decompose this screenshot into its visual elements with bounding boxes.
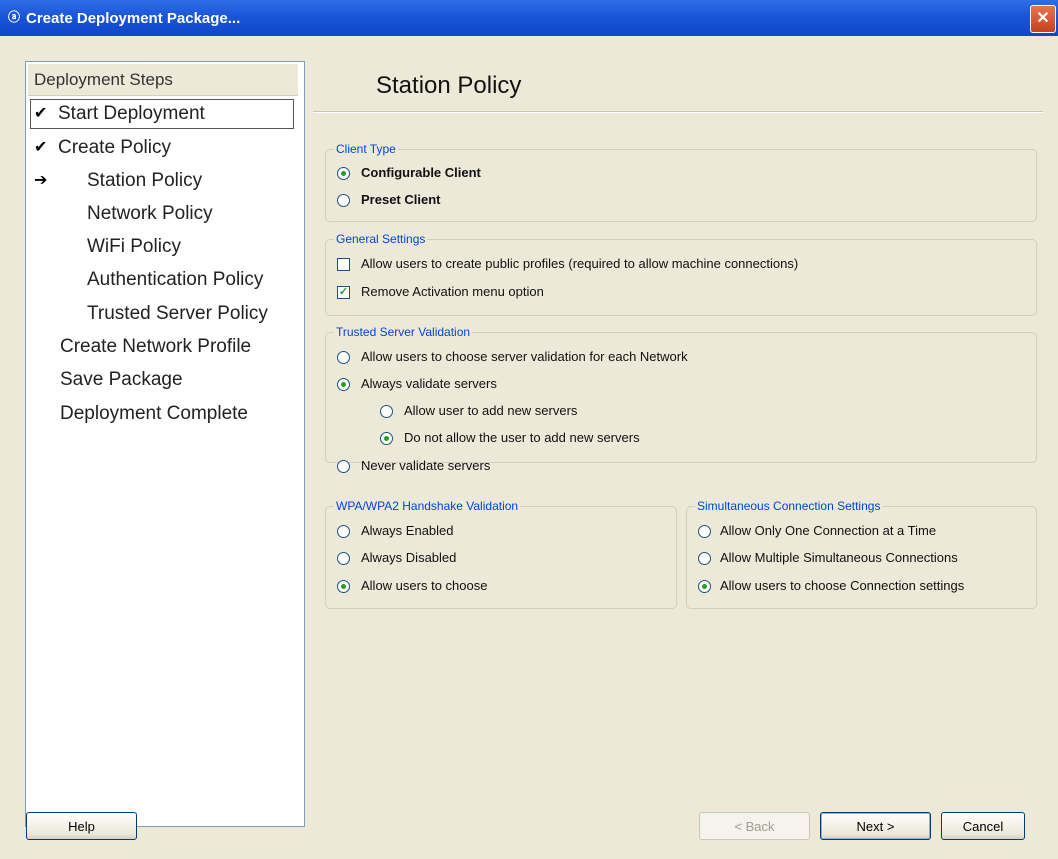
app-icon: ⓐ	[8, 10, 21, 24]
step-label: Create Network Profile	[60, 336, 252, 357]
choose-validation-radio[interactable]	[337, 351, 350, 364]
step-wifi-policy[interactable]: WiFi Policy	[26, 232, 302, 262]
configurable-client-label[interactable]: Configurable Client	[361, 164, 481, 182]
preset-client-radio[interactable]	[337, 194, 350, 207]
dialog-body: Deployment Steps ✔ Start Deployment ✔ Cr…	[0, 36, 1058, 859]
client-type-group: Client Type	[325, 142, 1037, 222]
step-label: Create Policy	[58, 137, 171, 158]
one-connection-label[interactable]: Allow Only One Connection at a Time	[720, 522, 936, 540]
back-button[interactable]: < Back	[699, 812, 810, 840]
remove-activation-label[interactable]: Remove Activation menu option	[361, 283, 544, 301]
step-label: Authentication Policy	[87, 269, 264, 290]
close-icon: ✕	[1036, 10, 1050, 27]
checkmark-icon: ✔	[34, 139, 48, 156]
preset-client-label[interactable]: Preset Client	[361, 191, 440, 209]
always-enabled-radio[interactable]	[337, 525, 350, 538]
disallow-add-servers-radio[interactable]	[380, 432, 393, 445]
allow-add-servers-radio[interactable]	[380, 405, 393, 418]
never-validate-radio[interactable]	[337, 460, 350, 473]
never-validate-label[interactable]: Never validate servers	[361, 457, 490, 475]
always-validate-label[interactable]: Always validate servers	[361, 375, 497, 393]
step-label: Save Package	[60, 369, 183, 390]
steps-header: Deployment Steps	[28, 64, 298, 96]
multiple-connections-label[interactable]: Allow Multiple Simultaneous Connections	[720, 549, 958, 567]
group-legend: Simultaneous Connection Settings	[697, 499, 881, 513]
disallow-add-servers-label[interactable]: Do not allow the user to add new servers	[404, 429, 640, 447]
step-authentication-policy[interactable]: Authentication Policy	[26, 265, 302, 295]
choose-connection-label[interactable]: Allow users to choose Connection setting…	[720, 577, 964, 595]
group-legend: General Settings	[336, 232, 426, 246]
close-button[interactable]: ✕	[1030, 5, 1056, 33]
group-legend: Trusted Server Validation	[336, 325, 471, 339]
choose-validation-label[interactable]: Allow users to choose server validation …	[361, 348, 688, 366]
always-disabled-radio[interactable]	[337, 552, 350, 565]
public-profiles-label[interactable]: Allow users to create public profiles (r…	[361, 255, 798, 273]
wpa-allow-choose-label[interactable]: Allow users to choose	[361, 577, 487, 595]
step-deployment-complete[interactable]: Deployment Complete	[26, 399, 302, 429]
help-button[interactable]: Help	[26, 812, 137, 840]
always-validate-radio[interactable]	[337, 378, 350, 391]
step-label: Start Deployment	[58, 103, 205, 124]
one-connection-radio[interactable]	[698, 525, 711, 538]
step-save-package[interactable]: Save Package	[26, 365, 302, 395]
page-title: Station Policy	[376, 72, 522, 99]
choose-connection-radio[interactable]	[698, 580, 711, 593]
cancel-button[interactable]: Cancel	[941, 812, 1025, 840]
next-button[interactable]: Next >	[820, 812, 931, 840]
deployment-steps-panel: Deployment Steps ✔ Start Deployment ✔ Cr…	[25, 61, 305, 827]
step-create-policy[interactable]: ✔ Create Policy	[26, 133, 302, 163]
step-label: Trusted Server Policy	[87, 303, 268, 324]
check-icon: ✓	[338, 286, 349, 298]
arrow-right-icon: ➔	[34, 172, 48, 189]
window-title: Create Deployment Package...	[26, 10, 241, 27]
step-network-policy[interactable]: Network Policy	[26, 199, 302, 229]
step-label: WiFi Policy	[87, 236, 181, 257]
allow-add-servers-label[interactable]: Allow user to add new servers	[404, 402, 577, 420]
title-divider	[313, 111, 1043, 113]
step-label: Station Policy	[87, 170, 203, 191]
group-legend: Client Type	[336, 142, 396, 156]
configurable-client-radio[interactable]	[337, 167, 350, 180]
step-start-deployment[interactable]: ✔ Start Deployment	[26, 99, 302, 129]
general-settings-group: General Settings	[325, 232, 1037, 316]
step-create-network-profile[interactable]: Create Network Profile	[26, 332, 302, 362]
title-bar: ⓐ Create Deployment Package... ✕	[0, 0, 1058, 36]
step-label: Network Policy	[87, 203, 213, 224]
remove-activation-checkbox[interactable]: ✓	[337, 286, 350, 299]
group-legend: WPA/WPA2 Handshake Validation	[336, 499, 519, 513]
public-profiles-checkbox[interactable]	[337, 258, 350, 271]
step-trusted-server-policy[interactable]: Trusted Server Policy	[26, 299, 302, 329]
multiple-connections-radio[interactable]	[698, 552, 711, 565]
step-label: Deployment Complete	[60, 403, 248, 424]
checkmark-icon: ✔	[34, 105, 48, 122]
always-disabled-label[interactable]: Always Disabled	[361, 549, 456, 567]
always-enabled-label[interactable]: Always Enabled	[361, 522, 454, 540]
step-station-policy[interactable]: ➔ Station Policy	[26, 166, 302, 196]
wpa-allow-choose-radio[interactable]	[337, 580, 350, 593]
